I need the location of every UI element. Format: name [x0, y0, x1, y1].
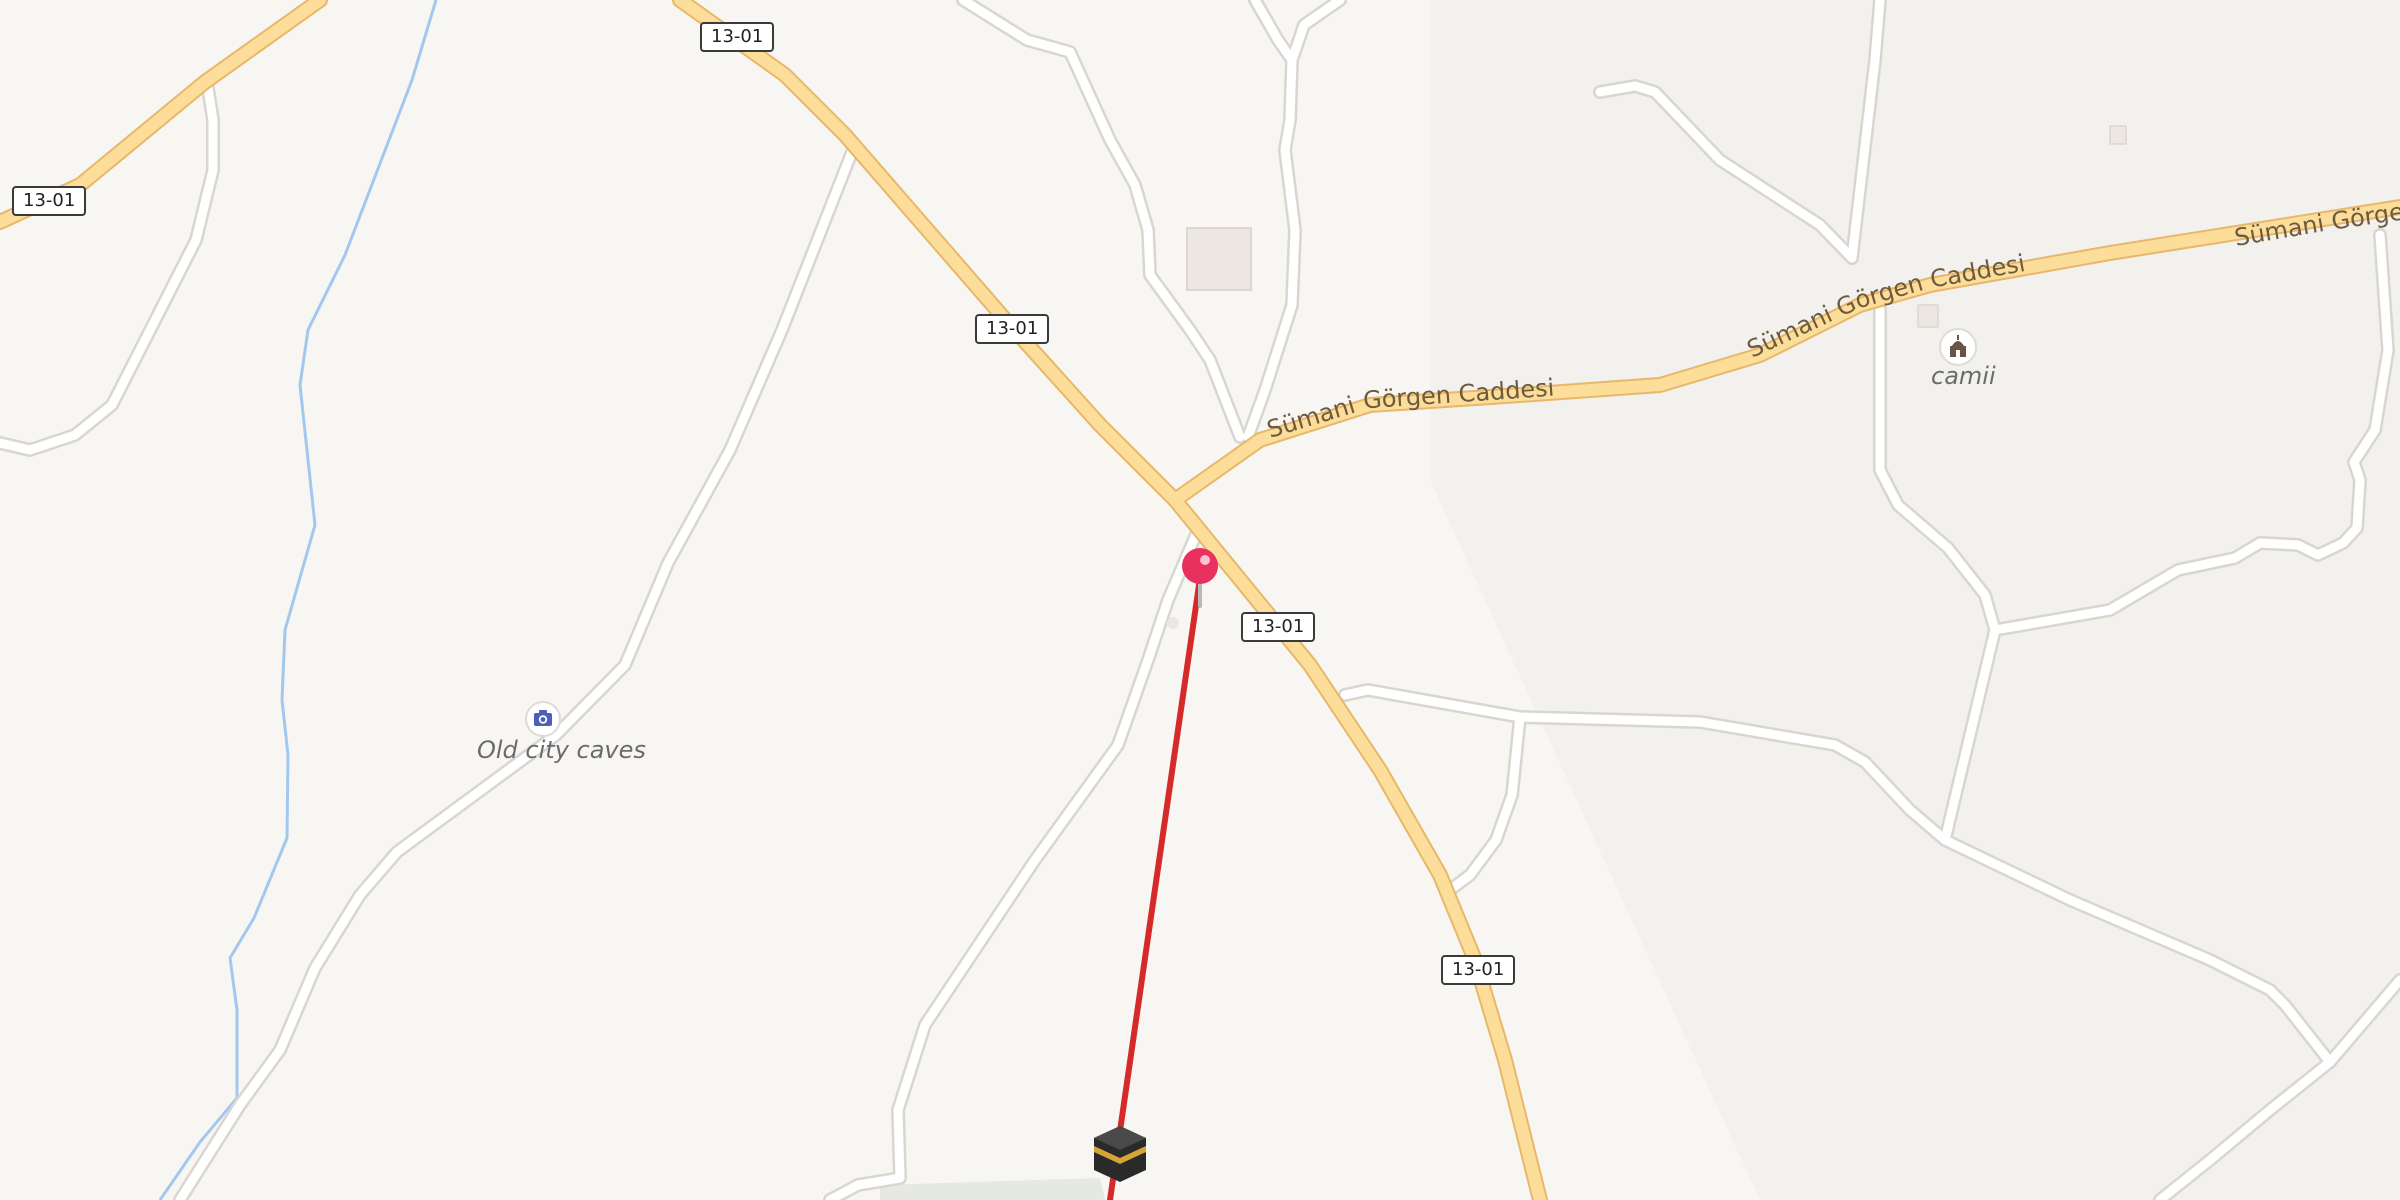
- poi-label-camii: camii: [1931, 362, 1996, 390]
- building: [1186, 227, 1252, 291]
- building: [1917, 304, 1939, 328]
- map-canvas[interactable]: Sümani Görgen Caddesi Sümani Görgen Cadd…: [0, 0, 2400, 1200]
- building: [2109, 125, 2127, 145]
- kaaba-icon[interactable]: [1094, 1126, 1146, 1182]
- route-shield-13-01: 13-01: [975, 314, 1050, 344]
- camera-icon[interactable]: [525, 701, 561, 737]
- route-shield-13-01: 13-01: [1241, 612, 1316, 642]
- route-shield-13-01: 13-01: [1441, 955, 1516, 985]
- mosque-icon[interactable]: [1939, 328, 1977, 366]
- route-shield-13-01: 13-01: [12, 186, 87, 216]
- building: [1167, 617, 1179, 629]
- route-shield-13-01: 13-01: [700, 22, 775, 52]
- poi-label-old-city-caves: Old city caves: [477, 736, 646, 764]
